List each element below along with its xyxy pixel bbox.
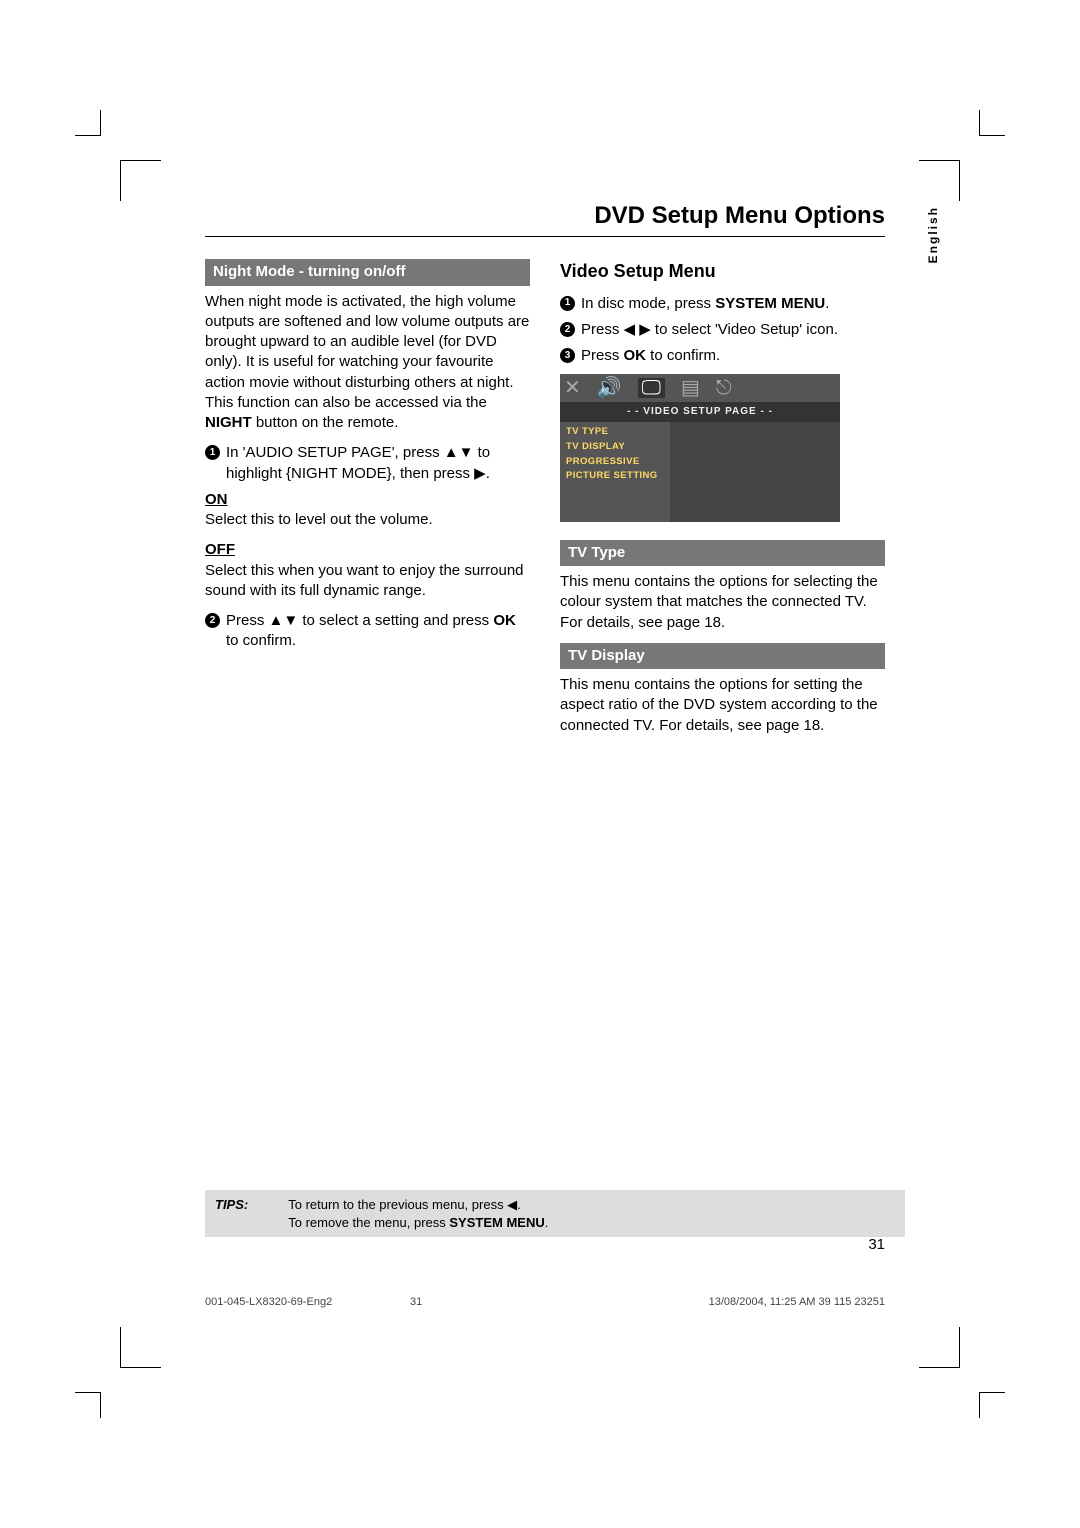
section-night-mode: Night Mode - turning on/off — [205, 259, 530, 285]
option-off-text: Select this when you want to enjoy the s… — [205, 561, 530, 602]
step-1-text: In 'AUDIO SETUP PAGE', press ▲▼ to highl… — [226, 443, 530, 484]
speaker-icon: 🔊 — [597, 378, 622, 398]
footer-page: 31 — [410, 1295, 422, 1310]
tv-display-text: This menu contains the options for setti… — [560, 675, 885, 736]
tips-label: TIPS: — [215, 1196, 248, 1231]
page-content: DVD Setup Menu Options English Night Mod… — [205, 200, 885, 746]
osd-screenshot: ✕ 🔊 🖵 ▤ ⎋ - - VIDEO SETUP PAGE - - TV TY… — [560, 374, 840, 522]
tv-icon: 🖵 — [638, 378, 665, 398]
osd-menu-list: TV TYPE TV DISPLAY PROGRESSIVE PICTURE S… — [560, 422, 840, 522]
osd-page-title: - - VIDEO SETUP PAGE - - — [560, 402, 840, 422]
osd-item: TV DISPLAY — [560, 440, 670, 455]
step-text: Press ◀ ▶ to select 'Video Setup' icon. — [581, 320, 838, 340]
step-number-icon: 2 — [205, 613, 220, 628]
step-number-icon: 1 — [560, 296, 575, 311]
language-tab: English — [921, 200, 945, 269]
step-2-text: Press ▲▼ to select a setting and press O… — [226, 611, 530, 652]
osd-item: PICTURE SETTING — [560, 469, 670, 484]
tips-content: To return to the previous menu, press ◀.… — [288, 1196, 548, 1231]
section-tv-display: TV Display — [560, 643, 885, 669]
two-column-layout: Night Mode - turning on/off When night m… — [205, 259, 885, 746]
tv-type-text: This menu contains the options for selec… — [560, 572, 885, 633]
exit-icon: ⎋ — [716, 378, 732, 398]
section-video-setup: Video Setup Menu — [560, 259, 885, 283]
osd-item: PROGRESSIVE — [560, 455, 670, 470]
option-on-text: Select this to level out the volume. — [205, 510, 530, 530]
option-off-label: OFF — [205, 540, 530, 560]
step-3-right: 3 Press OK to confirm. — [560, 346, 885, 366]
equalizer-icon: ▤ — [681, 378, 700, 398]
footer-file: 001-045-LX8320-69-Eng2 — [205, 1295, 332, 1310]
step-text: In disc mode, press SYSTEM MENU. — [581, 294, 829, 314]
step-2: 2 Press ▲▼ to select a setting and press… — [205, 611, 530, 652]
step-text: Press OK to confirm. — [581, 346, 720, 366]
step-number-icon: 2 — [560, 322, 575, 337]
tools-icon: ✕ — [564, 378, 581, 398]
step-1: 1 In 'AUDIO SETUP PAGE', press ▲▼ to hig… — [205, 443, 530, 484]
page-title: DVD Setup Menu Options — [205, 200, 885, 237]
night-mode-description: When night mode is activated, the high v… — [205, 292, 530, 434]
page-number: 31 — [868, 1235, 885, 1255]
step-2-right: 2 Press ◀ ▶ to select 'Video Setup' icon… — [560, 320, 885, 340]
step-1-right: 1 In disc mode, press SYSTEM MENU. — [560, 294, 885, 314]
osd-item: TV TYPE — [560, 425, 670, 440]
step-number-icon: 3 — [560, 348, 575, 363]
right-column: Video Setup Menu 1 In disc mode, press S… — [560, 259, 885, 746]
tips-bar: TIPS: To return to the previous menu, pr… — [205, 1190, 905, 1237]
step-number-icon: 1 — [205, 445, 220, 460]
osd-tab-bar: ✕ 🔊 🖵 ▤ ⎋ — [560, 374, 840, 402]
footer-date: 13/08/2004, 11:25 AM 39 115 23251 — [709, 1295, 885, 1310]
section-tv-type: TV Type — [560, 540, 885, 566]
option-on-label: ON — [205, 490, 530, 510]
left-column: Night Mode - turning on/off When night m… — [205, 259, 530, 746]
